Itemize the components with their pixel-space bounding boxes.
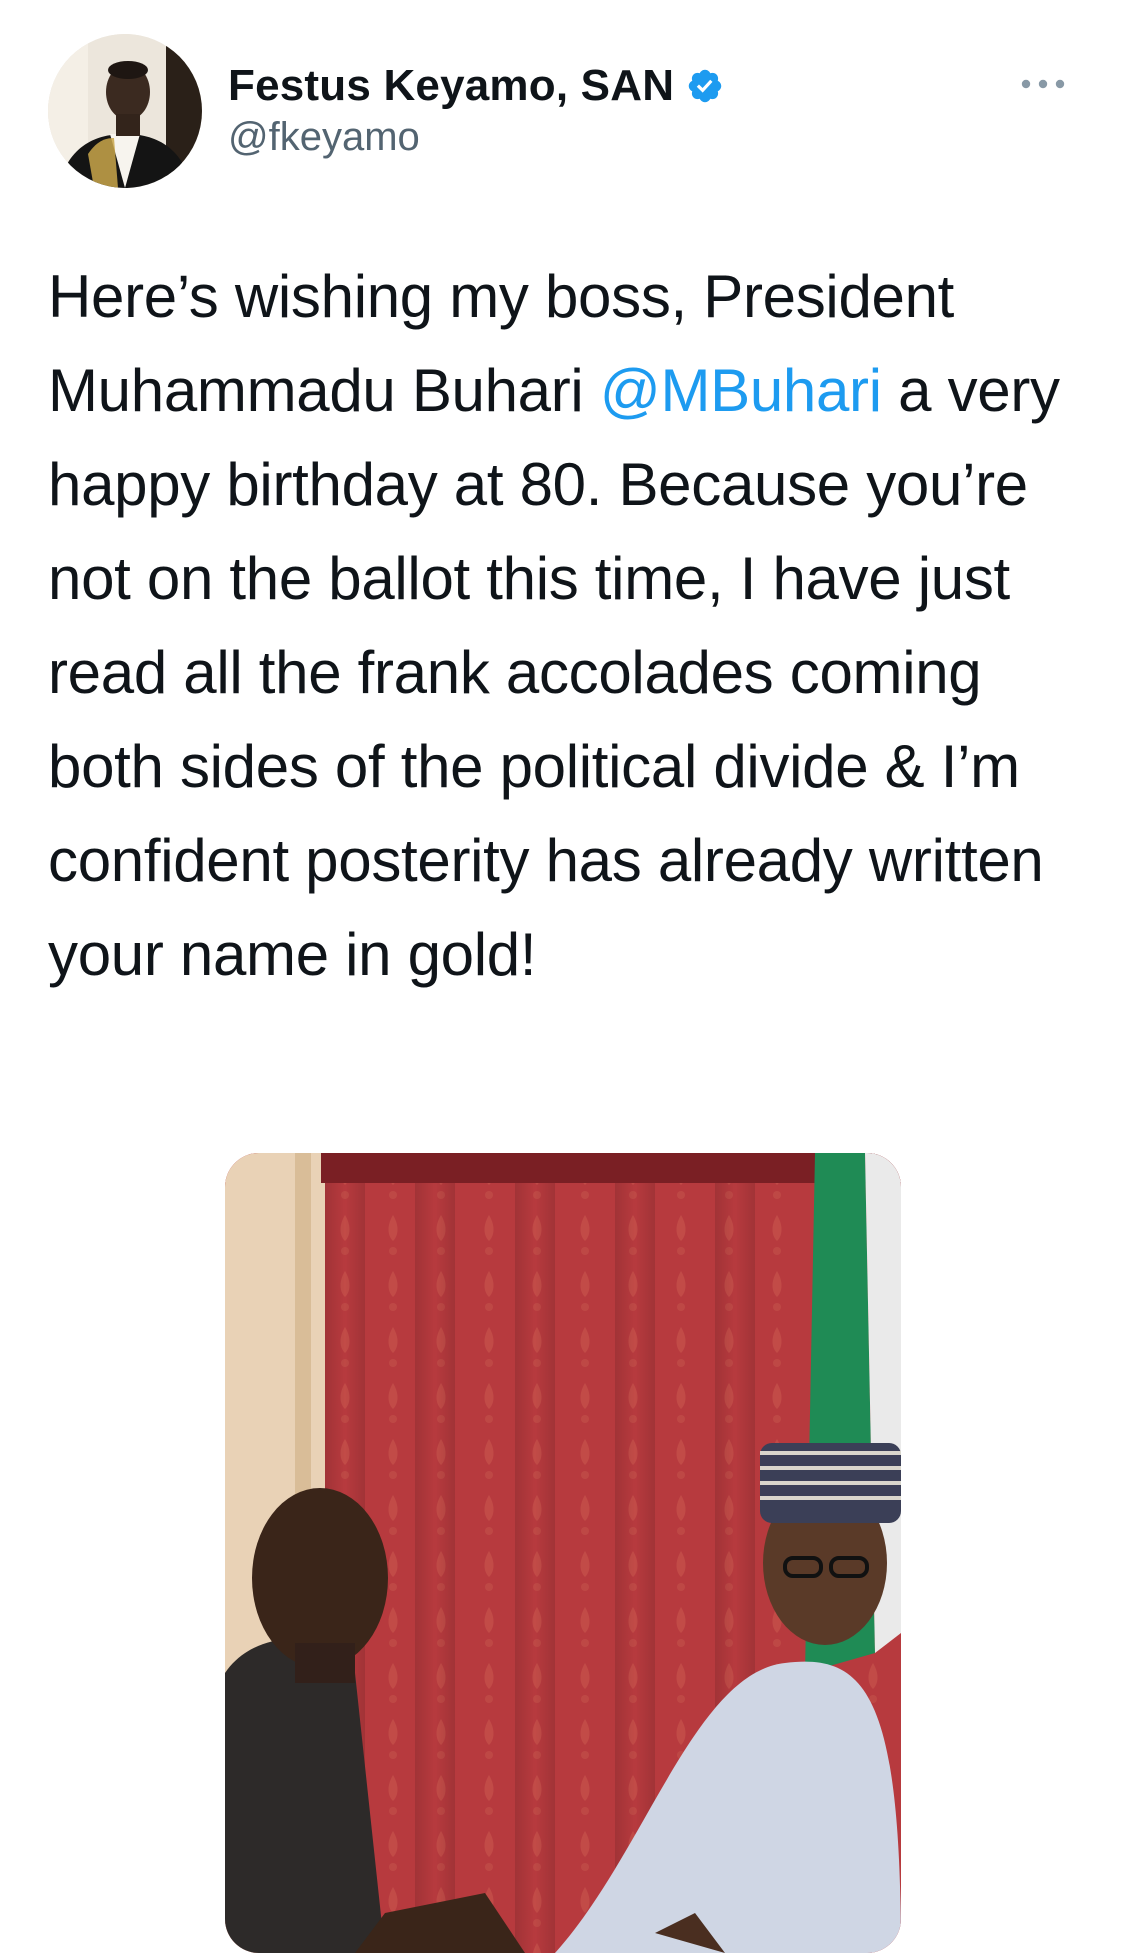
photo-image [225, 1153, 901, 1953]
author-name-row: Festus Keyamo, SAN [228, 61, 724, 111]
tweet-media-photo[interactable] [225, 1153, 901, 1953]
verified-badge-icon [686, 67, 724, 105]
mention-link[interactable]: @MBuhari [600, 357, 882, 424]
avatar-photo [48, 34, 202, 188]
tweet-text-part: a very happy birthday at 80. Because you… [48, 357, 1060, 988]
author-info: Festus Keyamo, SAN @fkeyamo [228, 61, 724, 160]
more-options-icon[interactable] [1018, 74, 1068, 94]
tweet-text: Here’s wishing my boss, President Muhamm… [48, 250, 1078, 1002]
tweet-header: Festus Keyamo, SAN @fkeyamo [48, 34, 1078, 188]
author-handle[interactable]: @fkeyamo [228, 115, 724, 160]
author-avatar[interactable] [48, 34, 202, 188]
author-display-name[interactable]: Festus Keyamo, SAN [228, 61, 674, 111]
